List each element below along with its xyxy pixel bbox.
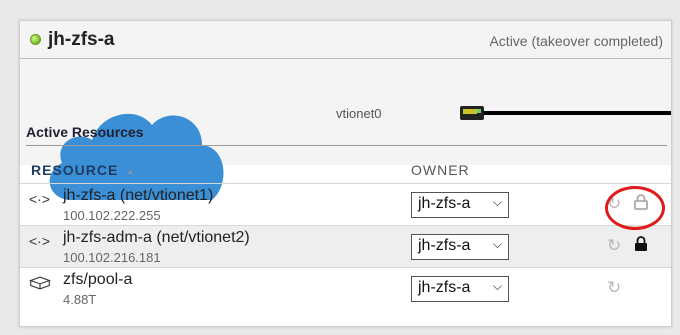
sort-ascending-icon: ▲ <box>126 166 136 176</box>
resource-name: jh-zfs-adm-a (net/vtionet2) <box>63 229 250 246</box>
section-divider <box>26 145 667 146</box>
node-status-text: Active (takeover completed) <box>489 33 663 49</box>
table-row: <·> jh-zfs-adm-a (net/vtionet2) 100.102.… <box>20 225 671 267</box>
table-row: zfs/pool-a 4.88T jh-zfs-a ⌵ ↻ <box>20 267 671 309</box>
chevron-down-icon: ⌵ <box>492 195 502 209</box>
resource-detail: 100.102.222.255 <box>63 208 161 223</box>
takeover-icon[interactable]: ↻ <box>607 236 621 256</box>
owner-select-value: jh-zfs-a <box>418 195 471 212</box>
network-cable <box>484 111 671 115</box>
highlight-annotation <box>605 186 665 230</box>
cluster-node-panel: jh-zfs-a Active (takeover completed) vti… <box>19 20 672 327</box>
chevron-down-icon: ⌵ <box>492 237 502 251</box>
owner-select-value: jh-zfs-a <box>418 279 471 296</box>
node-header: jh-zfs-a Active (takeover completed) <box>20 21 671 59</box>
node-status-icon <box>30 34 41 45</box>
owner-select[interactable]: jh-zfs-a ⌵ <box>411 192 509 218</box>
network-link-icon: <·> <box>29 191 51 207</box>
owner-select[interactable]: jh-zfs-a ⌵ <box>411 234 509 260</box>
resource-name: jh-zfs-a (net/vtionet1) <box>63 187 214 204</box>
takeover-icon[interactable]: ↻ <box>607 278 621 298</box>
section-title: Active Resources <box>26 124 144 140</box>
owner-select[interactable]: jh-zfs-a ⌵ <box>411 276 509 302</box>
table-row: <·> jh-zfs-a (net/vtionet1) 100.102.222.… <box>20 183 671 225</box>
column-header-resource[interactable]: RESOURCE ▲ <box>31 162 135 178</box>
resource-detail: 4.88T <box>63 292 97 307</box>
chevron-down-icon: ⌵ <box>492 279 502 293</box>
lock-icon[interactable] <box>634 236 648 252</box>
resource-name: zfs/pool-a <box>63 271 133 288</box>
network-interface-label: vtionet0 <box>336 106 382 121</box>
column-header-owner: OWNER <box>411 162 470 178</box>
node-name: jh-zfs-a <box>48 29 115 50</box>
storage-pool-icon <box>29 276 51 290</box>
resource-detail: 100.102.216.181 <box>63 250 161 265</box>
ethernet-port-icon <box>460 106 484 120</box>
network-link-icon: <·> <box>29 233 51 249</box>
column-header-resource-label: RESOURCE <box>31 162 119 178</box>
owner-select-value: jh-zfs-a <box>418 237 471 254</box>
